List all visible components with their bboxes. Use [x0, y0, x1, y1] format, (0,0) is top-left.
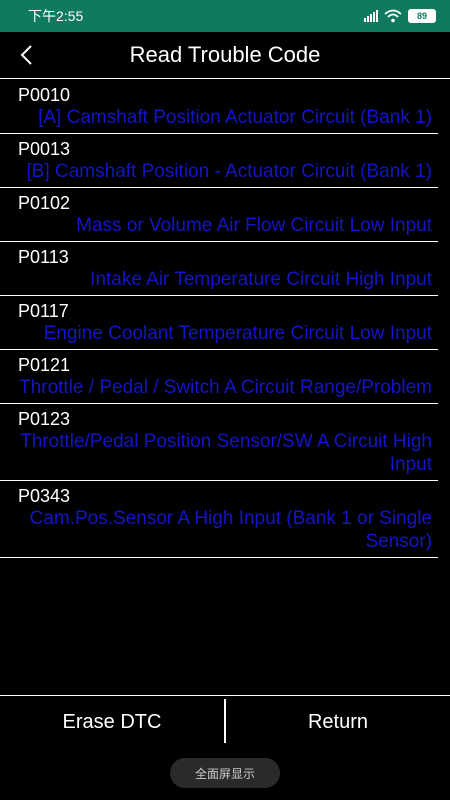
dtc-item: P0121 Throttle / Pedal / Switch A Circui…: [0, 350, 438, 404]
dtc-item: P0102 Mass or Volume Air Flow Circuit Lo…: [0, 188, 438, 242]
dtc-item: P0117 Engine Coolant Temperature Circuit…: [0, 296, 438, 350]
dtc-list[interactable]: P0010 [A] Camshaft Position Actuator Cir…: [0, 80, 450, 692]
status-icons: 89: [364, 9, 436, 23]
status-time: 下午2:55: [28, 8, 84, 24]
dtc-description: Mass or Volume Air Flow Circuit Low Inpu…: [76, 215, 432, 236]
dtc-code: P0013: [18, 139, 71, 159]
dtc-description: [A] Camshaft Position Actuator Circuit (…: [38, 107, 432, 128]
dtc-item: P0013 [B] Camshaft Position - Actuator C…: [0, 134, 438, 188]
return-button[interactable]: Return: [226, 697, 450, 747]
dtc-description: Intake Air Temperature Circuit High Inpu…: [90, 269, 432, 290]
dtc-description: Engine Coolant Temperature Circuit Low I…: [43, 323, 432, 344]
dtc-code: P0102: [18, 193, 71, 213]
dtc-item: P0113 Intake Air Temperature Circuit Hig…: [0, 242, 438, 296]
dtc-item: P0010 [A] Camshaft Position Actuator Cir…: [0, 80, 438, 134]
page-title: Read Trouble Code: [129, 42, 321, 67]
dtc-item: P0343 Cam.Pos.Sensor A High Input (Bank …: [0, 481, 438, 558]
dtc-description: Throttle/Pedal Position Sensor/SW A Circ…: [20, 431, 432, 475]
chevron-left-icon: [20, 45, 32, 65]
signal-icon: [364, 10, 378, 22]
battery-icon: 89: [408, 9, 436, 23]
action-bar: Erase DTC Return: [0, 697, 450, 747]
back-button[interactable]: [12, 40, 42, 70]
footer-divider: [0, 695, 450, 696]
fullscreen-toggle-button[interactable]: 全面屏显示: [170, 758, 280, 788]
dtc-item: P0123 Throttle/Pedal Position Sensor/SW …: [0, 404, 438, 481]
dtc-code: P0343: [18, 486, 71, 506]
dtc-code: P0117: [18, 301, 69, 321]
dtc-description: Throttle / Pedal / Switch A Circuit Rang…: [19, 377, 432, 398]
dtc-code: P0121: [18, 355, 71, 375]
dtc-code: P0010: [18, 85, 71, 105]
wifi-icon: [384, 9, 402, 23]
header-divider: [0, 78, 450, 79]
erase-dtc-button[interactable]: Erase DTC: [0, 697, 224, 747]
app-header: Read Trouble Code: [0, 32, 450, 78]
dtc-description: Cam.Pos.Sensor A High Input (Bank 1 or S…: [29, 508, 432, 552]
dtc-code: P0123: [18, 409, 71, 429]
dtc-code: P0113: [18, 247, 69, 267]
status-bar: 下午2:55 89: [0, 0, 450, 32]
dtc-description: [B] Camshaft Position - Actuator Circuit…: [26, 161, 433, 182]
